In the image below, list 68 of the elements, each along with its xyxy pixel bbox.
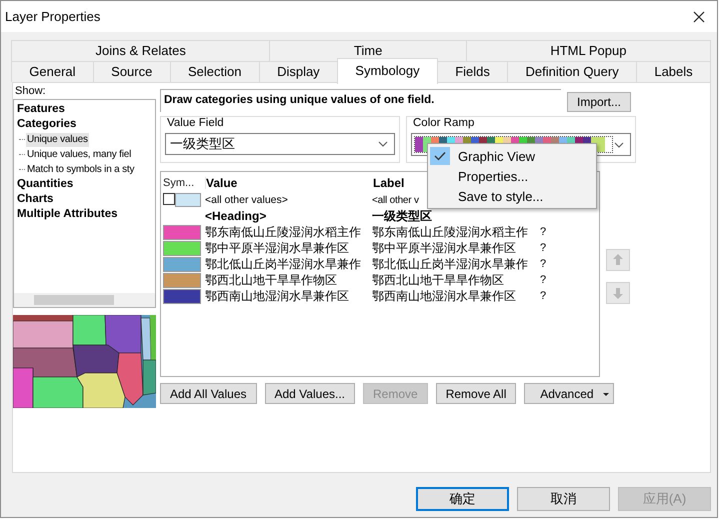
count-cell: ? [540,242,546,254]
move-down-button[interactable] [606,282,630,304]
value-cell-text: <all other values> [205,194,289,206]
label-cell-text: 鄂中平原半湿润水旱兼作区 [372,240,517,256]
window-title: Layer Properties [5,9,100,24]
dialog-button[interactable]: 确定 [416,487,509,511]
import-button[interactable]: Import... [567,92,631,112]
menu-item[interactable]: Save to style... [428,186,596,206]
count-cell: ? [540,226,546,238]
tree-item[interactable]: Unique values, many fiel [26,148,132,162]
chevron-down-icon [614,142,624,148]
value-cell-text: <Heading> [205,209,268,223]
caret-icon [603,393,610,397]
symbol-swatch[interactable] [163,240,201,256]
value-cell-text: 鄂东南低山丘陵湿润水稻主作 [205,224,362,240]
column-header[interactable]: Sym... [163,176,206,188]
tree-item[interactable]: Quantities [17,177,155,192]
action-button[interactable]: Add All Values [160,383,256,404]
value-cell-text: 鄂西南山地湿润水旱兼作区 [205,288,350,304]
description-text: Draw categories using unique values of one field. [160,89,561,112]
tree-item[interactable]: Unique values [26,132,89,146]
tree-item[interactable]: Multiple Attributes [17,207,155,222]
chevron-down-icon [378,141,388,147]
group-label: Color Ramp [411,117,476,129]
tab[interactable]: Joins & Relates [11,40,270,61]
label-cell-text: 鄂北低山丘岗半湿润水旱兼作 [372,256,529,272]
show-label: Show: [14,85,47,97]
label-cell-text: 鄂东南低山丘陵湿润水稻主作 [372,224,529,240]
tab[interactable]: Definition Query [507,61,638,82]
tab[interactable]: Display [258,61,338,82]
group-label: Value Field [165,117,226,129]
checkmark-icon [434,151,446,161]
count-cell: ? [540,290,546,302]
close-icon[interactable] [693,10,705,22]
tree-item[interactable]: Categories [17,117,155,132]
checkbox[interactable] [163,193,175,205]
label-cell: <all other v [372,194,419,206]
tab[interactable]: Labels [636,61,711,82]
symbol-swatch[interactable] [175,193,201,207]
symbol-swatch[interactable] [163,288,201,304]
count-cell: ? [540,258,546,270]
value-cell-text: 鄂北低山丘岗半湿润水旱兼作 [205,256,362,272]
tab[interactable]: Symbology [337,58,438,84]
dropdown-value: 一级类型区 [170,135,235,153]
label-cell-text: 鄂西南山地湿润水旱兼作区 [372,288,517,304]
action-button[interactable]: Advanced [524,383,614,404]
label-cell-text: 鄂西北山地干旱旱作物区 [372,272,505,288]
dialog-button[interactable]: 取消 [517,487,610,511]
label-cell-text: 一级类型区 [372,208,433,224]
symbol-swatch[interactable] [163,224,201,240]
value-cell-text: 鄂西北山地干旱旱作物区 [205,272,338,288]
column-header[interactable]: Value [206,176,373,190]
symbol-swatch[interactable] [163,256,201,272]
menu-item[interactable]: Properties... [428,166,596,186]
tab[interactable]: General [11,61,94,82]
tree-item[interactable]: Charts [17,192,155,207]
tab[interactable]: HTML Popup [466,40,711,61]
value-field-dropdown[interactable]: 一级类型区 [165,133,395,155]
value-cell-text: 鄂中平原半湿润水旱兼作区 [205,240,350,256]
move-up-button[interactable] [606,249,630,271]
tree-item[interactable]: Match to symbols in a sty [26,162,136,176]
action-button[interactable]: Add Values... [264,383,355,404]
menu-item[interactable]: Graphic View [428,146,596,166]
action-button[interactable]: Remove All [436,383,516,404]
tree-item[interactable]: Features [17,102,155,117]
scrollbar[interactable] [14,293,155,307]
symbol-swatch[interactable] [163,272,201,288]
count-cell: ? [540,274,546,286]
